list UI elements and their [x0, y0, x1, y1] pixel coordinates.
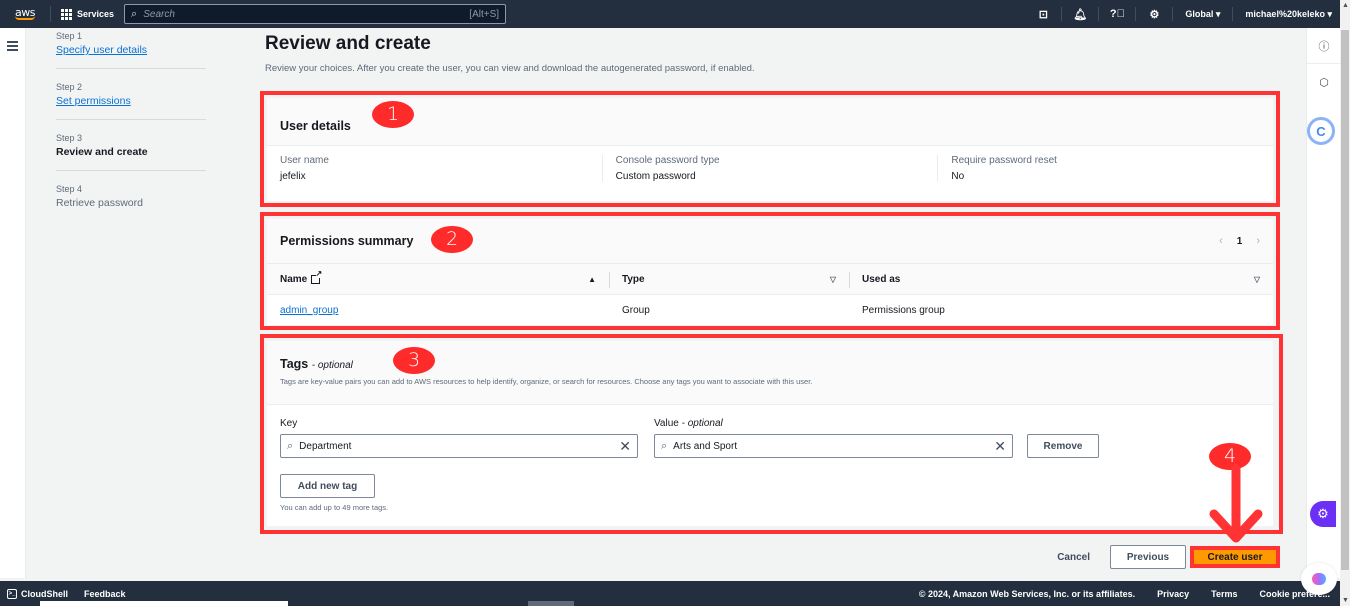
used-as-cell: Permissions group: [862, 304, 945, 316]
menu-icon[interactable]: [7, 41, 18, 53]
step-4: Step 4 Retrieve password: [56, 184, 206, 221]
next-page-icon[interactable]: ›: [1256, 235, 1260, 247]
tag-value-input[interactable]: ⌕ Arts and Sport ✕: [654, 434, 1013, 458]
clear-icon[interactable]: ✕: [619, 439, 631, 453]
page-title: Review and create: [265, 33, 431, 54]
step-link-set-permissions[interactable]: Set permissions: [56, 95, 206, 107]
sort-ascending-icon[interactable]: ▲: [588, 275, 596, 284]
extension-settings-icon[interactable]: ⚙: [1310, 501, 1336, 527]
table-header: Name ▲ Type ▽ Used as ▽: [267, 263, 1273, 295]
terms-link[interactable]: Terms: [1211, 589, 1237, 599]
search-icon: ⌕: [287, 439, 294, 452]
search-icon: ⌕: [131, 7, 138, 20]
permissions-summary-title: Permissions summary: [280, 234, 414, 248]
group-name-link[interactable]: admin_group: [280, 305, 338, 316]
annotation-badge-3: 3: [393, 347, 435, 374]
step-current-review-and-create: Review and create: [56, 146, 148, 158]
key-label: Key: [280, 418, 298, 429]
pagination: ‹ 1 ›: [1219, 235, 1260, 247]
wizard-actions: Cancel Previous Create user: [1037, 545, 1280, 569]
require-password-reset-field: Require password reset No: [937, 155, 1273, 182]
side-navigation-rail: [0, 28, 26, 578]
region-selector[interactable]: Global ▾: [1177, 9, 1228, 20]
help-icon[interactable]: ?⃝: [1103, 8, 1131, 20]
annotation-badge-1: 1: [372, 101, 414, 128]
column-header-name[interactable]: Name ▲: [267, 264, 609, 294]
search-shortcut: [Alt+S]: [469, 8, 500, 20]
column-header-type[interactable]: Type ▽: [609, 264, 849, 294]
clear-icon[interactable]: ✕: [994, 439, 1006, 453]
annotation-badge-2: 2: [431, 226, 473, 253]
grid-icon: [61, 8, 72, 20]
bell-icon[interactable]: 🔔︎: [1066, 8, 1094, 21]
right-utility-panel: ⓘ ⬡: [1306, 28, 1341, 578]
services-menu-button[interactable]: Services: [61, 8, 114, 20]
user-details-panel: User details User name jefelix Console p…: [267, 98, 1273, 201]
permissions-summary-panel: Permissions summary ‹ 1 › Name ▲ Type ▽ …: [267, 219, 1273, 325]
horizontal-scrollbar[interactable]: [40, 601, 288, 606]
step-1: Step 1 Specify user details: [56, 31, 206, 69]
user-details-title: User details: [280, 119, 351, 133]
add-new-tag-button[interactable]: Add new tag: [280, 474, 375, 498]
terminal-icon: >_: [7, 588, 17, 599]
annotation-badge-4: 4: [1209, 443, 1251, 470]
console-password-type-field: Console password type Custom password: [601, 155, 938, 182]
column-header-used-as[interactable]: Used as ▽: [849, 264, 1273, 294]
feedback-icon[interactable]: ⬡: [1307, 64, 1341, 100]
ai-assistant-brain-icon[interactable]: [1301, 563, 1337, 595]
tags-limit-hint: You can add up to 49 more tags.: [280, 503, 389, 512]
browser-extension-c-icon[interactable]: C: [1307, 117, 1335, 145]
value-label: Value - optional: [654, 418, 723, 429]
step-2: Step 2 Set permissions: [56, 82, 206, 120]
tags-title: Tags: [280, 357, 309, 371]
top-navigation: aws Services ⌕ Search [Alt+S] ⊡ 🔔︎ ?⃝ ⚙ …: [0, 0, 1340, 28]
scroll-down-icon[interactable]: ▼: [1342, 597, 1349, 604]
privacy-link[interactable]: Privacy: [1157, 589, 1189, 599]
page-description: Review your choices. After you create th…: [265, 63, 755, 74]
cancel-button[interactable]: Cancel: [1037, 552, 1110, 563]
account-menu[interactable]: michael%20keleko ▾: [1237, 9, 1340, 20]
sort-icon[interactable]: ▽: [1254, 275, 1260, 284]
previous-button[interactable]: Previous: [1110, 545, 1186, 569]
step-3: Step 3 Review and create: [56, 133, 206, 171]
user-name-field: User name jefelix: [280, 155, 329, 182]
step-link-specify-user-details[interactable]: Specify user details: [56, 44, 206, 56]
info-icon[interactable]: ⓘ: [1307, 28, 1341, 64]
external-link-icon: [311, 269, 323, 284]
feedback-link[interactable]: Feedback: [84, 589, 126, 599]
cloudshell-icon[interactable]: ⊡: [1029, 8, 1057, 21]
aws-logo[interactable]: aws: [10, 7, 40, 20]
sort-icon[interactable]: ▽: [830, 275, 836, 284]
wizard-steps: Step 1 Specify user details Step 2 Set p…: [56, 31, 206, 234]
tags-description: Tags are key-value pairs you can add to …: [280, 377, 813, 386]
type-cell: Group: [622, 304, 650, 316]
page-scrollbar[interactable]: ▲ ▼: [1340, 0, 1350, 606]
scrollbar-thumb[interactable]: [1341, 30, 1349, 570]
table-row: admin_group Group Permissions group: [267, 295, 1273, 325]
current-page[interactable]: 1: [1237, 236, 1243, 247]
tag-key-input[interactable]: ⌕ Department ✕: [280, 434, 638, 458]
scroll-up-icon[interactable]: ▲: [1342, 2, 1349, 9]
search-icon: ⌕: [661, 439, 668, 452]
previous-page-icon[interactable]: ‹: [1219, 235, 1223, 247]
search-input[interactable]: ⌕ Search [Alt+S]: [124, 4, 507, 24]
copyright-text: © 2024, Amazon Web Services, Inc. or its…: [918, 588, 1136, 599]
step-retrieve-password: Retrieve password: [56, 197, 143, 209]
horizontal-scrollbar-thumb[interactable]: [528, 601, 574, 606]
remove-tag-button[interactable]: Remove: [1027, 434, 1099, 458]
settings-icon[interactable]: ⚙: [1140, 8, 1168, 21]
create-user-button[interactable]: Create user: [1190, 546, 1280, 568]
cloudshell-button[interactable]: >_ CloudShell: [7, 588, 68, 599]
